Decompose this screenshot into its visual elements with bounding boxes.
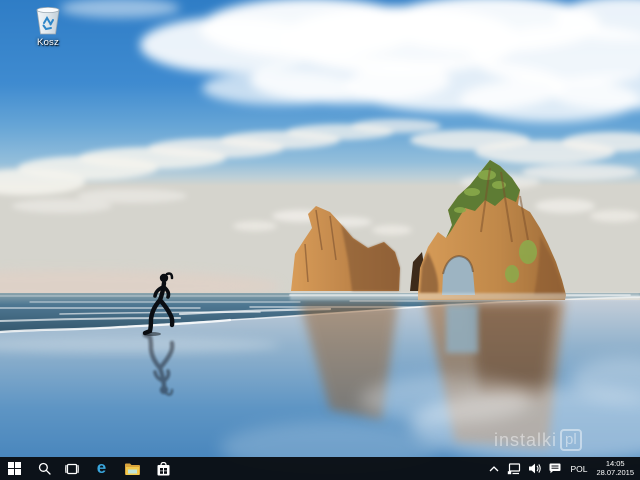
search-button[interactable] bbox=[31, 457, 58, 480]
chevron-up-icon bbox=[489, 465, 499, 471]
edge-button[interactable]: e bbox=[88, 457, 115, 480]
hidden-icons-button[interactable] bbox=[485, 457, 503, 480]
action-center-button[interactable] bbox=[545, 457, 565, 480]
language-indicator[interactable]: POL bbox=[565, 464, 592, 474]
watermark-tld-box: pl bbox=[560, 429, 582, 451]
start-button[interactable] bbox=[1, 457, 28, 480]
wallpaper-image bbox=[0, 0, 640, 480]
store-button[interactable] bbox=[150, 457, 177, 480]
watermark-name: instalki bbox=[494, 429, 558, 450]
clock[interactable]: 14:05 28.07.2015 bbox=[592, 459, 640, 477]
edge-icon: e bbox=[96, 458, 107, 477]
speaker-icon bbox=[529, 463, 542, 474]
windows-logo-icon bbox=[8, 462, 21, 475]
action-center-icon bbox=[549, 463, 561, 474]
store-icon bbox=[157, 461, 170, 475]
desktop[interactable]: Kosz instalki pl e POL 14:05 28.07.2015 bbox=[0, 0, 640, 480]
task-view-button[interactable] bbox=[58, 457, 85, 480]
volume-tray-button[interactable] bbox=[525, 457, 545, 480]
task-view-icon bbox=[64, 463, 79, 474]
recycle-bin-icon[interactable]: Kosz bbox=[26, 6, 70, 48]
network-tray-button[interactable] bbox=[503, 457, 525, 480]
clock-date: 28.07.2015 bbox=[596, 467, 634, 477]
watermark: instalki pl bbox=[494, 429, 582, 451]
recycle-bin-glyph bbox=[36, 7, 60, 35]
search-icon bbox=[38, 462, 51, 475]
system-tray: POL 14:05 28.07.2015 bbox=[485, 457, 640, 480]
taskbar: e POL 14:05 28.07.2015 bbox=[0, 457, 640, 480]
file-explorer-button[interactable] bbox=[119, 457, 146, 480]
recycle-bin-label: Kosz bbox=[37, 37, 59, 48]
network-icon bbox=[508, 462, 521, 474]
file-explorer-icon bbox=[125, 463, 140, 475]
